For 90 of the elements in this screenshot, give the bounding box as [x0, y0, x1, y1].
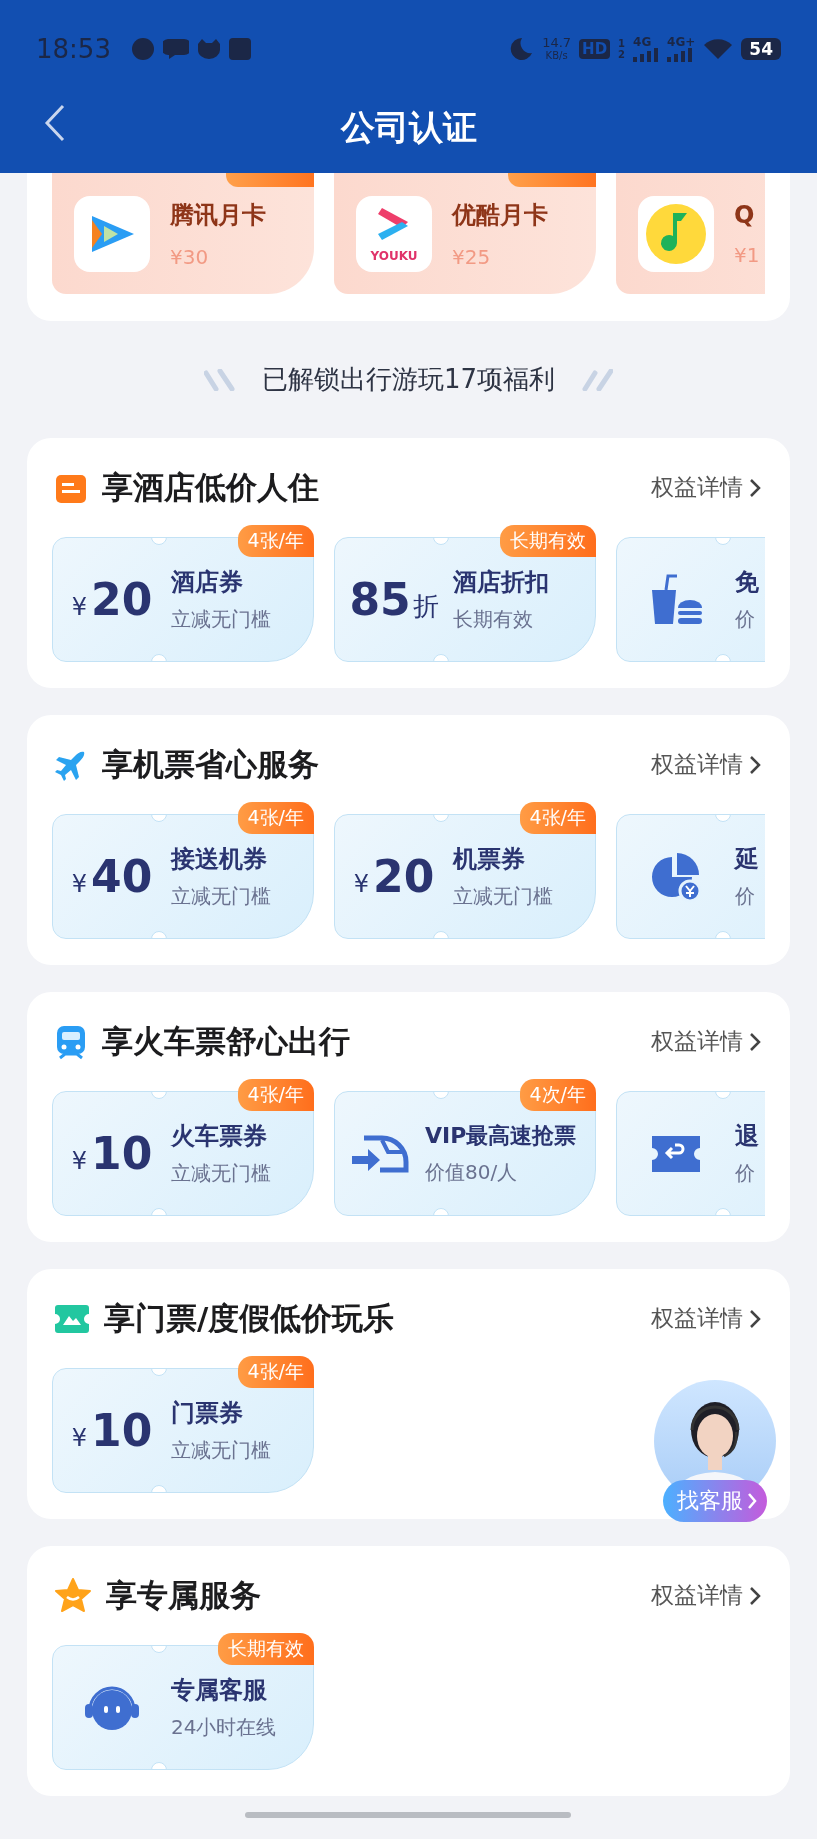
currency-sign: ¥ — [71, 1147, 87, 1175]
coupon-amount: 40 — [91, 851, 153, 902]
coupon-subtitle: 价 — [735, 883, 756, 910]
coupon-subtitle: 长期有效 — [453, 606, 534, 633]
section-title: 享火车票舒心出行 — [102, 1021, 350, 1061]
coupon-card[interactable]: 退 价 — [616, 1091, 765, 1216]
coupon-subtitle: 立减无门槛 — [171, 1437, 271, 1464]
coupon-card[interactable]: 延 价 — [616, 814, 765, 939]
discount-amount: 85 — [349, 574, 411, 625]
coupon-title: 免 — [735, 567, 759, 598]
validity-badge: 4次/年 — [519, 1079, 596, 1111]
chevron-icon — [749, 1031, 761, 1052]
network-speed: 14.7 — [542, 36, 572, 49]
coupon-title: 接送机券 — [171, 844, 268, 875]
moon-icon — [508, 36, 535, 62]
cat-face-icon — [196, 38, 221, 60]
coupon-amount: 20 — [373, 851, 435, 902]
app-logo-icon: YOUKU — [356, 195, 432, 272]
hd-badge: HD — [579, 39, 611, 59]
coupon-title: 火车票券 — [171, 1121, 268, 1152]
details-link[interactable]: 权益详情 — [651, 472, 761, 503]
coupon-title: 延 — [735, 844, 759, 875]
currency-sign: ¥ — [71, 1424, 87, 1452]
coupon-card[interactable]: 免 价 — [616, 537, 765, 662]
chevron-icon — [747, 1492, 757, 1510]
benefits-summary: 已解锁出行游玩17项福利 — [261, 363, 556, 396]
currency-sign: ¥ — [353, 870, 369, 898]
coupon-amount: 10 — [91, 1128, 153, 1179]
validity-badge: 4张/年 — [237, 525, 314, 557]
coupon-subtitle: 价 — [735, 606, 756, 633]
coupon-title: 门票券 — [171, 1398, 244, 1429]
coupon-title: VIP最高速抢票 — [425, 1122, 577, 1150]
details-link[interactable]: 权益详情 — [651, 1026, 761, 1057]
currency-sign: ¥ — [71, 870, 87, 898]
membership-card[interactable]: 腾讯月卡 ¥30 — [52, 173, 314, 294]
battery-indicator: 54 — [741, 38, 781, 60]
coupon-title: 酒店折扣 — [453, 567, 549, 598]
chevron-icon — [749, 477, 761, 498]
coupon-subtitle: 立减无门槛 — [171, 606, 271, 633]
coupon-subtitle: 价值80/人 — [425, 1159, 519, 1186]
chevron-icon — [749, 754, 761, 775]
app-logo-icon — [74, 195, 150, 272]
section-title: 享专属服务 — [106, 1575, 261, 1615]
speed-unit: KB/s — [545, 49, 568, 62]
audio-bubble-icon — [130, 37, 155, 61]
coupon-subtitle: 价 — [735, 1160, 756, 1187]
validity-badge: 长期有效 — [218, 1633, 314, 1665]
signal-icon — [633, 48, 660, 62]
shopping-bag-icon — [228, 38, 251, 60]
app-logo-icon — [638, 195, 714, 272]
coupon-subtitle: 24小时在线 — [171, 1714, 277, 1741]
membership-card[interactable]: Q ¥1 — [616, 173, 765, 294]
train-icon — [54, 1023, 88, 1060]
network-type: 4G — [633, 36, 652, 48]
sim-slot-number: 1 — [618, 38, 626, 49]
section-title: 享机票省心服务 — [102, 744, 319, 784]
details-link[interactable]: 权益详情 — [651, 749, 761, 780]
wifi-icon — [703, 37, 734, 61]
coupon-amount: 20 — [91, 574, 153, 625]
coupon-subtitle: 立减无门槛 — [171, 1160, 271, 1187]
coupon-title: 酒店券 — [171, 567, 244, 598]
discount-unit: 折 — [412, 590, 439, 623]
page-title: 公司认证 — [340, 106, 477, 149]
back-icon[interactable] — [44, 104, 66, 142]
details-link[interactable]: 权益详情 — [651, 1303, 761, 1334]
network-type: 4G+ — [667, 36, 696, 48]
star-icon — [54, 1577, 92, 1614]
section-title: 享门票/度假低价玩乐 — [104, 1298, 395, 1338]
status-time: 18:53 — [36, 34, 111, 64]
validity-badge: 4张/年 — [237, 1356, 314, 1388]
chat-bubble-icon — [162, 37, 189, 61]
coupon-subtitle: 立减无门槛 — [453, 883, 553, 910]
validity-badge: 4张/年 — [237, 802, 314, 834]
validity-badge: 4张/年 — [519, 802, 596, 834]
chevron-icon — [749, 1308, 761, 1329]
section-title: 享酒店低价人住 — [102, 467, 319, 507]
validity-badge: 长期有效 — [500, 525, 596, 557]
currency-sign: ¥ — [71, 593, 87, 621]
validity-badge: 4张/年 — [237, 1079, 314, 1111]
sim-slot-number: 2 — [618, 49, 626, 60]
membership-card[interactable]: YOUKU 优酷月卡 ¥25 — [334, 173, 596, 294]
ticket-icon — [54, 1302, 90, 1335]
details-link[interactable]: 权益详情 — [651, 1580, 761, 1611]
coupon-title: 专属客服 — [171, 1675, 268, 1706]
coupon-subtitle: 立减无门槛 — [171, 883, 271, 910]
coupon-amount: 10 — [91, 1405, 153, 1456]
chevron-icon — [749, 1585, 761, 1606]
signal-icon — [667, 48, 694, 62]
coupon-title: 退 — [735, 1121, 759, 1152]
coupon-title: 机票券 — [453, 844, 526, 875]
